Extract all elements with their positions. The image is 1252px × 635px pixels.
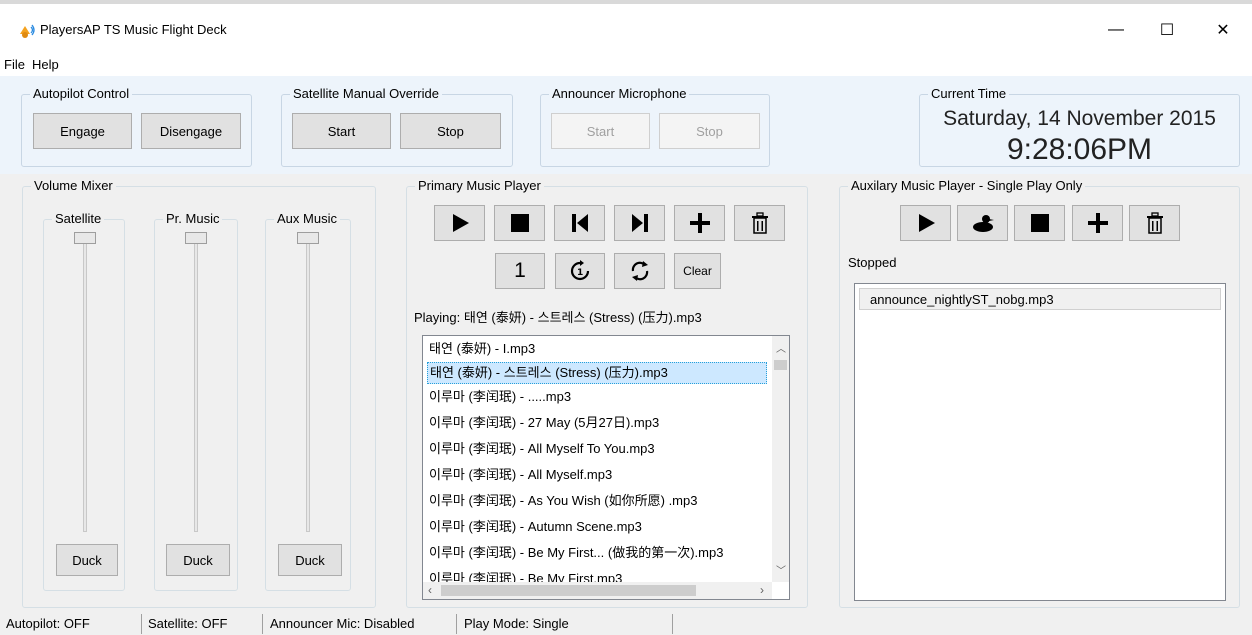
satellite-volume-track[interactable]: [83, 232, 87, 532]
status-satellite: Satellite: OFF: [148, 616, 228, 631]
list-item[interactable]: 이루마 (李闰珉) - As You Wish (如你所愿) .mp3: [427, 490, 697, 512]
menu-bar: File Help: [0, 54, 1252, 76]
scroll-up-icon[interactable]: ︿: [776, 340, 786, 355]
title-bar[interactable]: PlayersAP TS Music Flight Deck — ☐ ✕: [0, 8, 1252, 52]
primary-duck-button[interactable]: Duck: [166, 544, 230, 576]
status-autopilot: Autopilot: OFF: [6, 616, 90, 631]
menu-file[interactable]: File: [4, 57, 25, 72]
volume-mixer-group: Volume Mixer Satellite Duck Pr. Music Du…: [22, 178, 376, 608]
satellite-duck-button[interactable]: Duck: [56, 544, 118, 576]
stop-icon[interactable]: [494, 205, 545, 241]
satellite-start-button[interactable]: Start: [292, 113, 391, 149]
menu-help[interactable]: Help: [32, 57, 59, 72]
current-date: Saturday, 14 November 2015: [943, 107, 1216, 130]
satellite-group-label: Satellite Manual Override: [290, 86, 442, 102]
satellite-stop-button[interactable]: Stop: [400, 113, 501, 149]
aux-status-text: Stopped: [848, 255, 897, 270]
announcer-group: Announcer Microphone Start Stop: [540, 86, 770, 167]
primary-playlist[interactable]: 태연 (泰妍) - I.mp3 태연 (泰妍) - 스트레스 (Stress) …: [422, 335, 790, 600]
close-button[interactable]: ✕: [1200, 14, 1246, 46]
current-time-label: Current Time: [928, 86, 1010, 102]
now-playing-text: Playing: 태연 (泰妍) - 스트레스 (Stress) (压力).mp…: [414, 310, 702, 325]
primary-player-group: Primary Music Player 1 1 Clear Playing: …: [406, 178, 808, 608]
next-icon[interactable]: [614, 205, 665, 241]
current-time-group: Current Time Saturday, 14 November 2015 …: [919, 86, 1240, 167]
aux-stop-icon[interactable]: [1014, 205, 1065, 241]
announcer-start-button[interactable]: Start: [551, 113, 650, 149]
list-item[interactable]: 이루마 (李闰珉) - .....mp3: [427, 386, 571, 408]
aux-duck-icon[interactable]: [957, 205, 1008, 241]
list-item[interactable]: 이루마 (李闰珉) - Autumn Scene.mp3: [427, 516, 642, 538]
repeat-all-icon[interactable]: [614, 253, 665, 289]
horizontal-scroll-thumb[interactable]: [441, 585, 696, 596]
aux-channel-label: Aux Music: [274, 211, 340, 227]
scroll-left-icon[interactable]: ‹: [428, 583, 432, 597]
control-panel: Autopilot Control Engage Disengage Satel…: [0, 76, 1252, 174]
announcer-stop-button[interactable]: Stop: [659, 113, 760, 149]
trash-icon[interactable]: [734, 205, 785, 241]
list-item[interactable]: 이루마 (李闰珉) - Be My First... (做我的第一次).mp3: [427, 542, 723, 564]
scroll-down-icon[interactable]: ﹀: [776, 562, 786, 577]
app-window: PlayersAP TS Music Flight Deck — ☐ ✕ Fil…: [0, 0, 1252, 635]
status-announcer: Announcer Mic: Disabled: [270, 616, 415, 631]
svg-text:1: 1: [577, 268, 583, 278]
speaker-app-icon: [20, 24, 35, 38]
previous-icon[interactable]: [554, 205, 605, 241]
main-area: Volume Mixer Satellite Duck Pr. Music Du…: [0, 174, 1252, 612]
status-bar: Autopilot: OFF Satellite: OFF Announcer …: [0, 612, 1252, 635]
current-clock: 9:28:06PM: [1006, 133, 1153, 166]
satellite-group: Satellite Manual Override Start Stop: [281, 86, 513, 167]
aux-trash-icon[interactable]: [1129, 205, 1180, 241]
list-item[interactable]: 이루마 (李闰珉) - 27 May (5月27日).mp3: [427, 412, 659, 434]
aux-playlist[interactable]: announce_nightlyST_nobg.mp3: [854, 283, 1226, 601]
scroll-right-icon[interactable]: ›: [760, 583, 764, 597]
add-icon[interactable]: [674, 205, 725, 241]
autopilot-group: Autopilot Control Engage Disengage: [21, 86, 252, 167]
window-title: PlayersAP TS Music Flight Deck: [40, 22, 227, 37]
list-item[interactable]: 이루마 (李闰珉) - All Myself To You.mp3: [427, 438, 655, 460]
repeat-one-icon[interactable]: 1: [555, 253, 605, 289]
clear-button[interactable]: Clear: [674, 253, 721, 289]
minimize-button[interactable]: —: [1093, 14, 1139, 46]
aux-volume-thumb[interactable]: [297, 232, 319, 244]
autopilot-group-label: Autopilot Control: [30, 86, 133, 102]
aux-player-group: Auxilary Music Player - Single Play Only…: [839, 178, 1240, 608]
announcer-group-label: Announcer Microphone: [549, 86, 690, 102]
list-item[interactable]: 태연 (泰妍) - I.mp3: [427, 338, 535, 360]
volume-mixer-label: Volume Mixer: [31, 178, 116, 194]
aux-player-label: Auxilary Music Player - Single Play Only: [848, 178, 1086, 194]
playlist-horizontal-scrollbar[interactable]: ‹ ›: [423, 582, 772, 599]
aux-play-icon[interactable]: [900, 205, 951, 241]
engage-button[interactable]: Engage: [33, 113, 132, 149]
primary-player-label: Primary Music Player: [415, 178, 544, 194]
play-icon[interactable]: [434, 205, 485, 241]
aux-channel: Aux Music Duck: [265, 211, 351, 591]
status-divider: [262, 614, 263, 634]
list-item[interactable]: 이루마 (李闰珉) - All Myself.mp3: [427, 464, 612, 486]
aux-add-icon[interactable]: [1072, 205, 1123, 241]
single-mode-button[interactable]: 1: [495, 253, 545, 289]
primary-channel-label: Pr. Music: [163, 211, 223, 227]
vertical-scroll-thumb[interactable]: [774, 360, 787, 370]
disengage-button[interactable]: Disengage: [141, 113, 241, 149]
satellite-channel: Satellite Duck: [43, 211, 125, 591]
satellite-volume-thumb[interactable]: [74, 232, 96, 244]
aux-duck-button[interactable]: Duck: [278, 544, 342, 576]
status-divider: [141, 614, 142, 634]
playlist-vertical-scrollbar[interactable]: ︿ ﹀: [772, 336, 789, 582]
status-divider: [672, 614, 673, 634]
satellite-channel-label: Satellite: [52, 211, 105, 227]
aux-list-item[interactable]: announce_nightlyST_nobg.mp3: [859, 288, 1221, 310]
primary-volume-thumb[interactable]: [185, 232, 207, 244]
list-item-selected[interactable]: 태연 (泰妍) - 스트레스 (Stress) (压力).mp3: [427, 362, 767, 384]
maximize-button[interactable]: ☐: [1144, 14, 1190, 46]
status-play-mode: Play Mode: Single: [464, 616, 569, 631]
primary-channel: Pr. Music Duck: [154, 211, 238, 591]
primary-volume-track[interactable]: [194, 232, 198, 532]
status-divider: [456, 614, 457, 634]
aux-volume-track[interactable]: [306, 232, 310, 532]
